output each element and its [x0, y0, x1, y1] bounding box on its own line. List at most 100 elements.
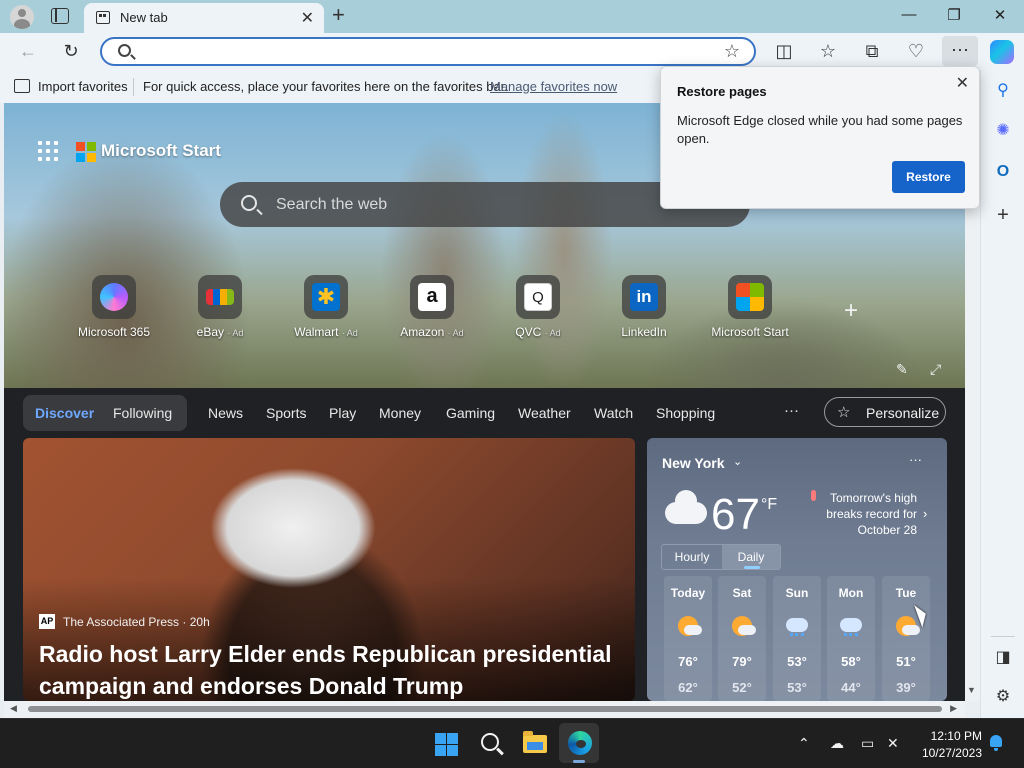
forecast-low: 53°	[787, 680, 807, 695]
edit-background-icon[interactable]: ✎	[896, 361, 908, 378]
feed-tab-gaming[interactable]: Gaming	[446, 405, 495, 421]
temperature-unit[interactable]: °F	[761, 496, 777, 514]
forecast-day[interactable]: Mon 58° 44°	[827, 576, 875, 701]
copilot-icon[interactable]	[990, 40, 1014, 64]
scrollbar-thumb[interactable]	[28, 706, 942, 712]
address-input[interactable]	[142, 42, 702, 62]
clock-time[interactable]: 12:10 PM	[930, 729, 982, 743]
tile-icon-box: in	[622, 275, 666, 319]
add-favorite-star-icon[interactable]: ☆	[724, 41, 740, 62]
tab-discover[interactable]: Discover	[35, 405, 94, 421]
tab-title: New tab	[120, 10, 168, 25]
restore-window-button[interactable]: ❐	[944, 6, 964, 24]
manage-favorites-link[interactable]: Manage favorites now	[490, 79, 617, 94]
more-feed-tabs-button[interactable]: ···	[784, 402, 799, 419]
horizontal-scrollbar[interactable]: ◀ ▶	[4, 701, 965, 718]
address-bar[interactable]: ☆	[100, 37, 756, 66]
chevron-up-icon[interactable]: ⌃	[798, 735, 810, 752]
quick-link-linkedin[interactable]: in LinkedIn	[596, 275, 692, 345]
import-favorites-button[interactable]: Import favorites	[38, 79, 128, 94]
web-search-input[interactable]	[276, 194, 696, 216]
app-launcher-icon[interactable]	[38, 141, 58, 161]
new-tab-button[interactable]: +	[332, 3, 345, 27]
feed-tab-play[interactable]: Play	[329, 405, 356, 421]
tab-hourly[interactable]: Hourly	[662, 545, 722, 569]
weather-alert[interactable]: Tomorrow's high breaks record for Octobe…	[807, 490, 917, 538]
tab-daily[interactable]: Daily	[722, 545, 780, 569]
browser-essentials-icon[interactable]: ♡	[905, 41, 927, 61]
title-bar: New tab ✕ + — ❐ ✕	[0, 0, 1024, 33]
network-icon[interactable]: ▭	[861, 735, 874, 752]
file-explorer-icon[interactable]	[523, 731, 547, 753]
chevron-down-icon[interactable]: ⌄	[733, 455, 742, 468]
copilot-sidebar-icon[interactable]: ✺	[992, 120, 1014, 142]
profile-avatar[interactable]	[10, 5, 34, 29]
rain-icon	[786, 618, 808, 636]
expand-icon[interactable]: ⤢	[930, 361, 941, 378]
refresh-icon[interactable]: ↻	[60, 41, 82, 61]
feed-tab-watch[interactable]: Watch	[594, 405, 633, 421]
more-options-icon[interactable]: ···	[909, 452, 922, 467]
settings-and-more-button[interactable]: ···	[942, 36, 978, 66]
add-sidebar-app-icon[interactable]: +	[992, 204, 1014, 226]
speaker-muted-icon[interactable]: ✕	[887, 735, 899, 752]
import-favorites-icon[interactable]	[14, 79, 30, 93]
forecast-low: 52°	[732, 680, 752, 695]
restore-button[interactable]: Restore	[892, 161, 965, 193]
favorites-icon[interactable]: ☆	[817, 41, 839, 61]
hide-sidebar-icon[interactable]: ◨	[992, 647, 1014, 669]
scroll-down-arrow-icon[interactable]: ▼	[967, 685, 976, 695]
scroll-right-arrow-icon[interactable]: ▶	[950, 703, 957, 714]
add-shortcut-icon[interactable]: +	[844, 299, 858, 323]
quick-link-walmart[interactable]: ✱ Walmart · Ad	[278, 275, 374, 345]
personalize-button[interactable]: ☆ Personalize	[824, 397, 946, 427]
clock-date[interactable]: 10/27/2023	[916, 746, 982, 760]
ad-badge: · Ad	[544, 328, 561, 338]
tab-actions-icon[interactable]	[51, 8, 69, 24]
divider	[133, 78, 134, 96]
scroll-left-arrow-icon[interactable]: ◀	[10, 703, 17, 714]
forecast-high: 76°	[678, 654, 698, 669]
outlook-icon[interactable]: O	[992, 161, 1014, 183]
quick-link-amazon[interactable]: a Amazon · Ad	[384, 275, 480, 345]
notification-bell-icon[interactable]	[990, 735, 1002, 751]
feed-tab-sports[interactable]: Sports	[266, 405, 306, 421]
tab-following[interactable]: Following	[113, 405, 172, 421]
tile-icon-box	[198, 275, 242, 319]
quick-link-ebay[interactable]: eBay · Ad	[172, 275, 268, 345]
forecast-day[interactable]: Sun 53° 53°	[773, 576, 821, 701]
windows-start-icon[interactable]	[435, 733, 458, 756]
feed-tab-news[interactable]: News	[208, 405, 243, 421]
quick-link-microsoft-365[interactable]: Microsoft 365	[66, 275, 162, 345]
feed-tab-shopping[interactable]: Shopping	[656, 405, 715, 421]
quick-link-microsoft-start[interactable]: Microsoft Start	[702, 275, 798, 345]
tab-close-icon[interactable]: ✕	[301, 8, 314, 28]
edge-taskbar-button[interactable]	[559, 723, 599, 763]
quick-link-qvc[interactable]: Q QVC · Ad	[490, 275, 586, 345]
forecast-day[interactable]: Tue 51° 39°	[882, 576, 930, 701]
close-window-button[interactable]: ✕	[990, 6, 1010, 24]
chevron-right-icon[interactable]: ›	[923, 506, 927, 521]
feed-tab-money[interactable]: Money	[379, 405, 421, 421]
top-story-card[interactable]: AP The Associated Press · 20h Radio host…	[23, 438, 635, 701]
feed-tab-weather[interactable]: Weather	[518, 405, 571, 421]
close-icon[interactable]: ✕	[956, 73, 969, 93]
divider	[991, 636, 1015, 637]
gear-icon[interactable]: ⚙	[992, 686, 1014, 708]
forecast-day[interactable]: Today 76° 62°	[664, 576, 712, 701]
split-screen-icon[interactable]: ◫	[773, 41, 795, 61]
search-icon[interactable]	[481, 733, 499, 751]
restore-pages-flyout: ✕ Restore pages Microsoft Edge closed wh…	[660, 66, 980, 209]
story-headline[interactable]: Radio host Larry Elder ends Republican p…	[39, 638, 629, 701]
tile-label: Microsoft Start	[711, 325, 789, 339]
search-icon[interactable]: ⚲	[992, 80, 1014, 102]
forecast-day[interactable]: Sat 79° 52°	[718, 576, 766, 701]
weather-city[interactable]: New York	[662, 455, 725, 471]
minimize-button[interactable]: —	[899, 6, 919, 23]
forecast-day-name: Today	[670, 586, 706, 600]
forecast-toggle: Hourly Daily	[661, 544, 781, 570]
back-arrow-icon[interactable]: ←	[17, 41, 39, 61]
collections-icon[interactable]: ⧉	[861, 41, 883, 61]
tab-new-tab[interactable]: New tab ✕	[84, 3, 324, 33]
weather-tray-icon[interactable]: ☁	[830, 735, 844, 752]
